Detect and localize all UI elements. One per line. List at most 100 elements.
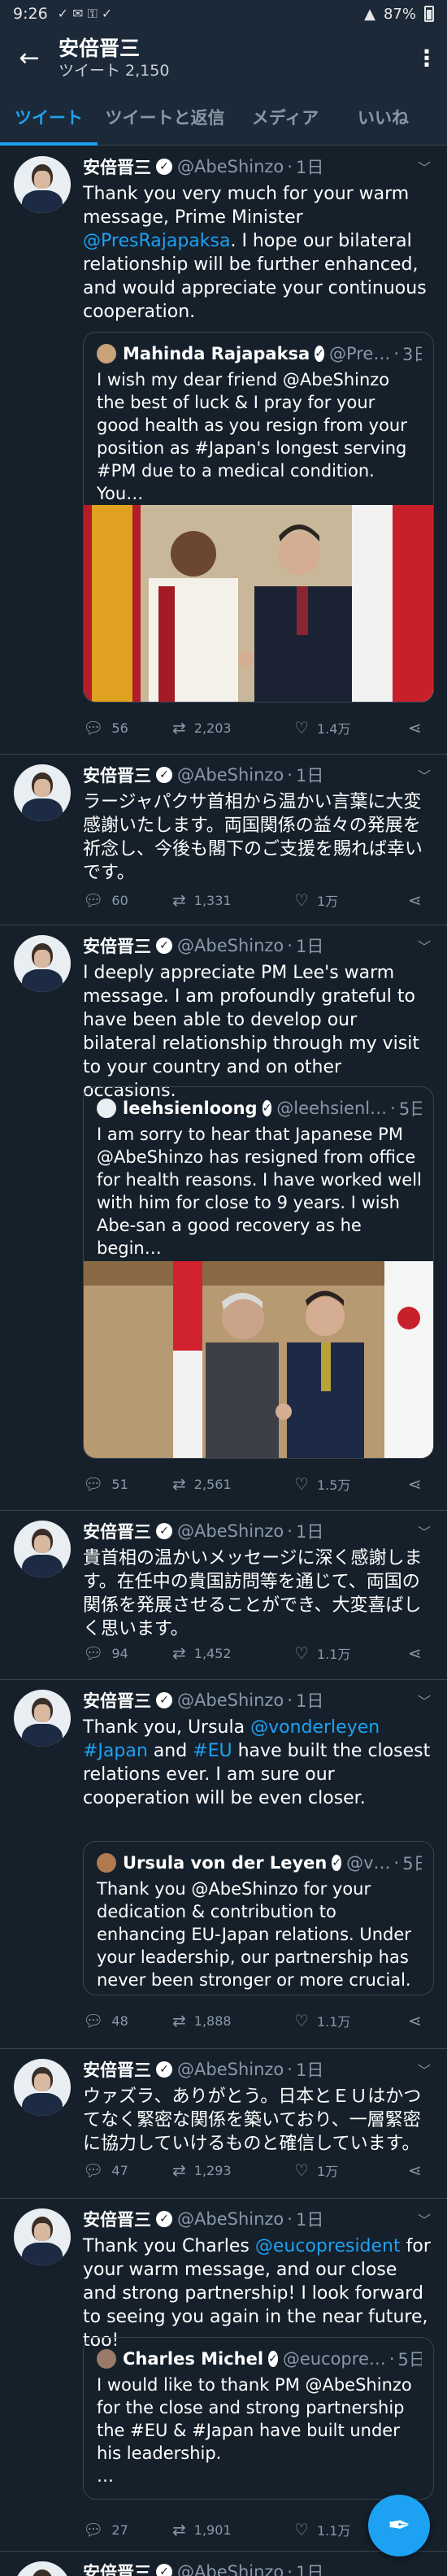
share-button[interactable]: ⋖ — [408, 1643, 422, 1663]
tweet-time: 1日 — [295, 1691, 324, 1711]
tweet[interactable]: 安倍晋三 ✓ @AbeShinzo · 1日 ﹀ ウァズラ、ありがとう。日本とＥ… — [0, 2049, 447, 2199]
more-options-icon[interactable]: ⋮ — [406, 45, 447, 72]
feather-plus-icon: ✒ — [387, 2509, 411, 2542]
heart-icon: ♡ — [294, 2520, 309, 2539]
retweet-button[interactable]: ⇄ 1,901 — [172, 2520, 294, 2539]
chevron-down-icon[interactable]: ﹀ — [418, 1690, 431, 1710]
like-button[interactable]: ♡ 1.1万 — [294, 2011, 408, 2030]
retweet-button[interactable]: ⇄ 1,293 — [172, 2160, 294, 2180]
chevron-down-icon[interactable]: ﹀ — [418, 936, 431, 955]
chevron-down-icon[interactable]: ﹀ — [418, 157, 431, 176]
reply-button[interactable]: 💬︎ 51 — [83, 1474, 172, 1494]
tweet[interactable]: 安倍晋三 ✓ @AbeShinzo · 1日 ﹀ I deeply apprec… — [0, 925, 447, 1511]
mention-link[interactable]: @eucopresident — [255, 2236, 401, 2256]
verified-badge-icon: ✓ — [156, 159, 172, 175]
verified-badge-icon: ✓ — [156, 2564, 172, 2576]
tweet-author-handle: @AbeShinzo — [177, 1690, 284, 1710]
tweet[interactable]: 安倍晋三 ✓ @AbeShinzo · 1日 ﹀ 貴首相の温かいメッセージに深く… — [0, 1511, 447, 1680]
tweet[interactable]: 安倍晋三 ✓ @AbeShinzo · 1日 ﹀ Thank you, Ursu… — [0, 1680, 447, 2049]
tweet-count: ツイート 2,150 — [59, 61, 170, 80]
reply-button[interactable]: 💬︎ 48 — [83, 2011, 172, 2030]
like-button[interactable]: ♡ 1.5万 — [294, 1474, 408, 1494]
hashtag-link[interactable]: #Japan — [83, 1741, 148, 1761]
reply-button[interactable]: 💬︎ 94 — [83, 1643, 172, 1663]
tab-tweets[interactable]: ツイート — [0, 89, 98, 146]
retweet-button[interactable]: ⇄ 2,561 — [172, 1474, 294, 1494]
tweet-time: 1日 — [295, 1522, 324, 1542]
retweet-icon: ⇄ — [172, 1474, 186, 1494]
quote-time: 5日 — [397, 2350, 422, 2369]
mention-link[interactable]: @PresRajapaksa — [83, 231, 230, 251]
back-arrow-icon[interactable]: ← — [0, 44, 59, 72]
notification-icons: ✓ ✉ ⚿ ✓ — [57, 6, 113, 21]
chevron-down-icon[interactable]: ﹀ — [418, 1521, 431, 1541]
hashtag-link[interactable]: #EU — [193, 1741, 232, 1761]
tweet[interactable]: 安倍晋三 ✓ @AbeShinzo · 1日 ﹀ Thank you very … — [0, 146, 447, 755]
like-button[interactable]: ♡ 1.4万 — [294, 718, 408, 738]
tweet-author-handle: @AbeShinzo — [177, 765, 284, 785]
reply-button[interactable]: 💬︎ 60 — [83, 890, 172, 910]
reply-button[interactable]: 💬︎ 56 — [83, 718, 172, 738]
retweet-button[interactable]: ⇄ 1,452 — [172, 1643, 294, 1663]
tweet-time: 1日 — [295, 2210, 324, 2230]
like-button[interactable]: ♡ 1万 — [294, 2160, 408, 2180]
share-icon: ⋖ — [408, 2160, 422, 2180]
quoted-tweet[interactable]: Ursula von der Leyen ✓ @v… · 5日 Thank yo… — [83, 1841, 434, 1995]
mention-link[interactable]: @vonderleyen — [250, 1717, 380, 1738]
quote-time: 5日 — [398, 1099, 422, 1119]
share-button[interactable]: ⋖ — [408, 718, 422, 738]
tab-likes[interactable]: いいね — [338, 89, 447, 146]
tweet-text: ラージャパクサ首相から温かい言葉に大変感謝いたします。両国関係の益々の発展を祈念… — [83, 792, 423, 883]
like-button[interactable]: ♡ 1万 — [294, 890, 408, 910]
share-button[interactable]: ⋖ — [408, 890, 422, 910]
verified-badge-icon: ✓ — [156, 1523, 172, 1539]
reply-icon: 💬︎ — [83, 2520, 104, 2539]
quote-text: I am sorry to hear that Japanese PM @Abe… — [97, 1125, 422, 1258]
share-button[interactable]: ⋖ — [408, 2160, 422, 2180]
retweet-button[interactable]: ⇄ 1,331 — [172, 890, 294, 910]
quoted-tweet[interactable]: leehsienloong ✓ @leehsienl… · 5日 I am so… — [83, 1086, 434, 1459]
compose-tweet-button[interactable]: ✒ — [368, 2495, 430, 2556]
status-bar: 9:26 ✓ ✉ ⚿ ✓ ▲ 87% — [0, 0, 447, 28]
retweet-button[interactable]: ⇄ 1,888 — [172, 2011, 294, 2030]
avatar[interactable] — [14, 764, 71, 821]
tab-tweets-and-replies[interactable]: ツイートと返信 — [98, 89, 232, 146]
reply-icon: 💬︎ — [83, 2160, 104, 2180]
retweet-button[interactable]: ⇄ 2,203 — [172, 718, 294, 738]
like-button[interactable]: ♡ 1.1万 — [294, 1643, 408, 1663]
avatar[interactable] — [14, 2059, 71, 2116]
chevron-down-icon[interactable]: ﹀ — [418, 765, 431, 785]
tweet-author-handle: @AbeShinzo — [177, 2209, 284, 2229]
tab-media[interactable]: メディア — [232, 89, 338, 146]
tweet-text: ウァズラ、ありがとう。日本とＥＵはかつてなく緊密な関係を築いており、一層緊密に協… — [83, 2086, 422, 2154]
chevron-down-icon[interactable]: ﹀ — [418, 2060, 431, 2079]
quoted-tweet[interactable]: Mahinda Rajapaksa ✓ @Pre… · 3日 I wish my… — [83, 332, 434, 703]
reply-icon: 💬︎ — [83, 1643, 104, 1663]
tweet[interactable]: 安倍晋三 ✓ @AbeShinzo · 1日 ﹀ ラージャパクサ首相から温かい言… — [0, 755, 447, 925]
tweet-author-name: 安倍晋三 — [83, 2563, 151, 2576]
quote-avatar — [97, 1853, 116, 1873]
avatar[interactable] — [14, 935, 71, 992]
quote-photo[interactable] — [84, 505, 433, 702]
reply-button[interactable]: 💬︎ 47 — [83, 2160, 172, 2180]
avatar[interactable] — [14, 2208, 71, 2265]
avatar[interactable] — [14, 1690, 71, 1747]
chevron-down-icon[interactable]: ﹀ — [418, 2209, 431, 2229]
avatar[interactable] — [14, 1521, 71, 1577]
heart-icon: ♡ — [294, 718, 309, 738]
quote-author-name: Mahinda Rajapaksa — [123, 344, 310, 363]
avatar[interactable] — [14, 156, 71, 213]
reply-icon: 💬︎ — [83, 890, 104, 910]
reply-button[interactable]: 💬︎ 27 — [83, 2520, 172, 2539]
tweet[interactable]: 安倍晋三 ✓ @AbeShinzo · 1日 ﹀ Thank you Charl… — [0, 2199, 447, 2552]
quote-photo[interactable] — [84, 1261, 433, 1458]
tweet-author-name: 安倍晋三 — [83, 2060, 151, 2080]
verified-badge-icon: ✓ — [332, 1855, 342, 1871]
share-button[interactable]: ⋖ — [408, 1474, 422, 1494]
quoted-tweet[interactable]: Charles Michel ✓ @eucopre… · 5日 I would … — [83, 2337, 434, 2500]
share-button[interactable]: ⋖ — [408, 2011, 422, 2030]
avatar[interactable] — [14, 2561, 71, 2576]
tweet-author-handle: @AbeShinzo — [177, 157, 284, 176]
tweet-text: Thank you Charles @eucopresident for you… — [83, 2236, 431, 2351]
tweet[interactable]: 安倍晋三 ✓ @AbeShinzo · 1日 — [0, 2552, 447, 2576]
